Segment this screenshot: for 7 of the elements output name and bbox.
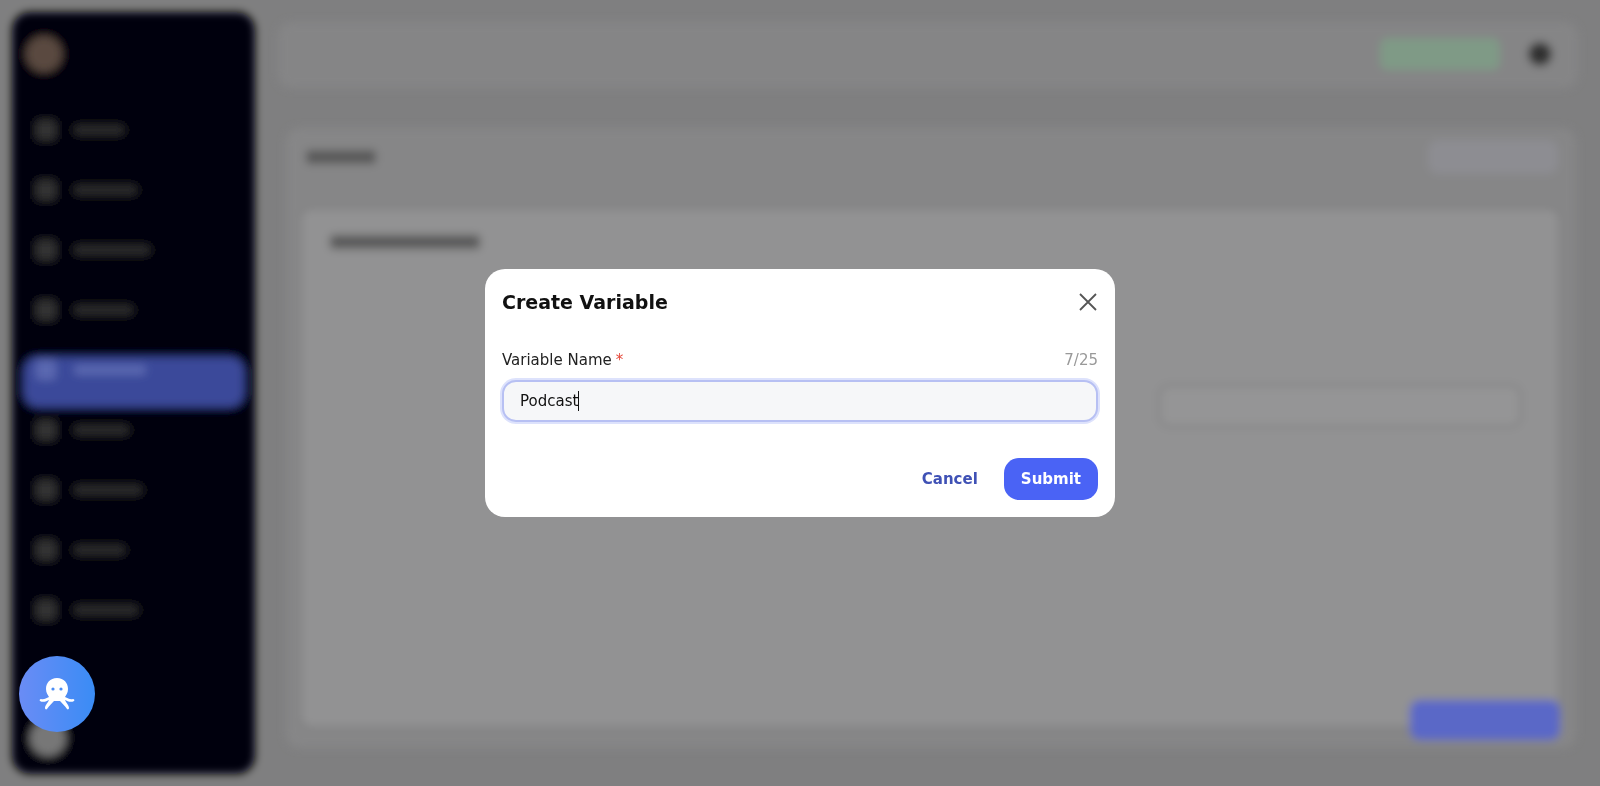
submit-button[interactable]: Submit (1003, 458, 1098, 500)
input-field[interactable]: Podcast (502, 380, 1098, 422)
dialog-title: Create Variable (502, 291, 668, 313)
cancel-button[interactable]: Cancel (919, 460, 980, 498)
required-mark: * (615, 351, 624, 369)
field-label: Variable Name (502, 351, 612, 369)
character-counter: 7/25 (1064, 351, 1098, 369)
